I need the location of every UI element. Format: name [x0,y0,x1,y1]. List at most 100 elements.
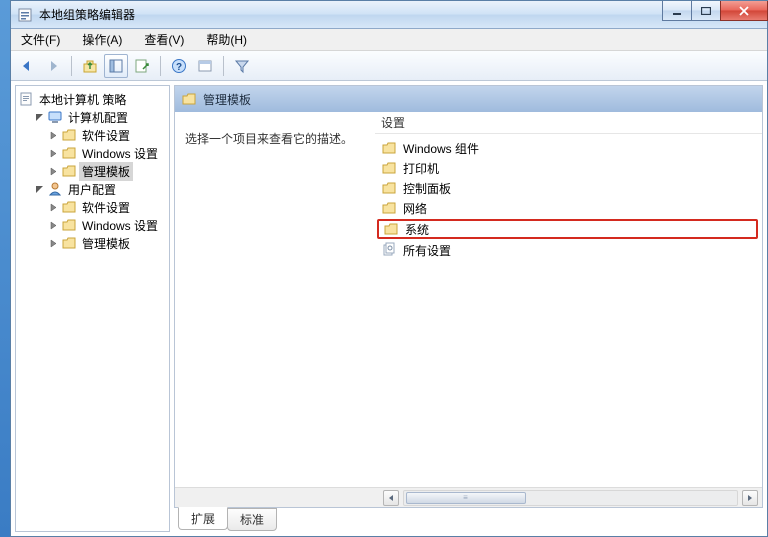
tree-root[interactable]: 本地计算机 策略 [18,90,167,108]
menu-action[interactable]: 操作(A) [76,29,128,50]
column-header-setting[interactable]: 设置 [375,112,762,134]
tree-user-config[interactable]: 用户配置 [32,180,167,198]
expand-icon[interactable] [48,238,59,249]
description-text: 选择一个项目来查看它的描述。 [185,130,365,147]
detail-header: 管理模板 [175,86,762,112]
maximize-button[interactable] [691,1,721,21]
tab-standard[interactable]: 标准 [227,508,277,531]
list-item-windows-components[interactable]: Windows 组件 [375,138,762,158]
expand-icon[interactable] [48,148,59,159]
expand-icon[interactable] [48,202,59,213]
folder-icon [381,180,397,196]
tab-label: 标准 [240,513,264,527]
document-icon [18,91,34,107]
tree-label: Windows 设置 [79,216,161,235]
svg-text:?: ? [176,62,182,73]
folder-icon [181,91,197,107]
list-item-label: 系统 [405,221,429,238]
list-item-label: 打印机 [403,160,439,177]
minimize-button[interactable] [662,1,692,21]
app-icon [17,7,33,23]
folder-icon [381,200,397,216]
toolbar-separator [223,56,224,76]
toolbar: ? [11,51,767,81]
grip-icon: ≡ [463,493,469,502]
scroll-track[interactable]: ≡ [403,490,738,506]
menu-file[interactable]: 文件(F) [15,29,66,50]
folder-icon [381,160,397,176]
toolbar-separator [71,56,72,76]
content-area: 本地计算机 策略 计算机配置 软件设置 [11,81,767,536]
tree-label: 用户配置 [65,180,119,199]
detail-main: 管理模板 选择一个项目来查看它的描述。 设置 Windows 组件 [174,85,763,508]
expand-icon[interactable] [48,166,59,177]
tree-label: 管理模板 [79,234,133,253]
settings-collection-icon [381,242,397,258]
detail-title: 管理模板 [203,91,251,108]
list-item-label: 所有设置 [403,242,451,259]
application-window: 本地组策略编辑器 文件(F) 操作(A) 查看(V) 帮助(H) [10,0,768,537]
back-button[interactable] [15,54,39,78]
settings-list: 设置 Windows 组件 打印机 [375,112,762,487]
tree-label: Windows 设置 [79,144,161,163]
list-item-label: 控制面板 [403,180,451,197]
folder-icon [381,140,397,156]
scroll-thumb[interactable]: ≡ [406,492,526,504]
tree-label: 计算机配置 [65,108,131,127]
column-header-label: 设置 [381,114,405,131]
folder-icon [61,127,77,143]
tree-pane[interactable]: 本地计算机 策略 计算机配置 软件设置 [15,85,170,532]
list-item-network[interactable]: 网络 [375,198,762,218]
menu-bar: 文件(F) 操作(A) 查看(V) 帮助(H) [11,29,767,51]
list-item-all-settings[interactable]: 所有设置 [375,240,762,260]
tab-label: 扩展 [191,512,215,526]
tree-item-windows[interactable]: Windows 设置 [46,144,167,162]
forward-button[interactable] [41,54,65,78]
detail-pane: 管理模板 选择一个项目来查看它的描述。 设置 Windows 组件 [174,85,763,532]
list-item-label: 网络 [403,200,427,217]
list-item-system[interactable]: 系统 [377,219,758,239]
help-button[interactable]: ? [167,54,191,78]
properties-button[interactable] [193,54,217,78]
tree-label: 软件设置 [79,198,133,217]
collapse-icon[interactable] [34,184,45,195]
filter-button[interactable] [230,54,254,78]
toolbar-separator [160,56,161,76]
expand-icon[interactable] [48,220,59,231]
folder-icon [383,221,399,237]
folder-icon [61,235,77,251]
tree-label: 本地计算机 策略 [36,90,129,109]
tab-strip: 扩展 标准 [174,510,763,532]
up-level-button[interactable] [78,54,102,78]
list-item-control-panel[interactable]: 控制面板 [375,178,762,198]
expand-icon[interactable] [48,130,59,141]
computer-icon [47,109,63,125]
tree-item-software[interactable]: 软件设置 [46,126,167,144]
tree-computer-config[interactable]: 计算机配置 [32,108,167,126]
folder-icon [61,163,77,179]
folder-icon [61,199,77,215]
menu-help[interactable]: 帮助(H) [200,29,253,50]
folder-icon [61,217,77,233]
export-list-button[interactable] [130,54,154,78]
tree-item-admin[interactable]: 管理模板 [46,234,167,252]
list-item-label: Windows 组件 [403,140,479,157]
folder-icon [61,145,77,161]
show-hide-tree-button[interactable] [104,54,128,78]
tree-label: 管理模板 [79,162,133,181]
scroll-left-button[interactable] [383,490,399,506]
tree-item-admin[interactable]: 管理模板 [46,162,167,180]
title-bar[interactable]: 本地组策略编辑器 [11,1,767,29]
close-button[interactable] [720,1,768,21]
horizontal-scroll: ≡ [175,487,762,507]
menu-view[interactable]: 查看(V) [138,29,190,50]
window-title: 本地组策略编辑器 [39,6,135,23]
tab-extended[interactable]: 扩展 [178,507,228,530]
tree-item-software[interactable]: 软件设置 [46,198,167,216]
tree-item-windows[interactable]: Windows 设置 [46,216,167,234]
user-icon [47,181,63,197]
collapse-icon[interactable] [34,112,45,123]
scroll-right-button[interactable] [742,490,758,506]
description-column: 选择一个项目来查看它的描述。 [175,112,375,487]
list-item-printers[interactable]: 打印机 [375,158,762,178]
